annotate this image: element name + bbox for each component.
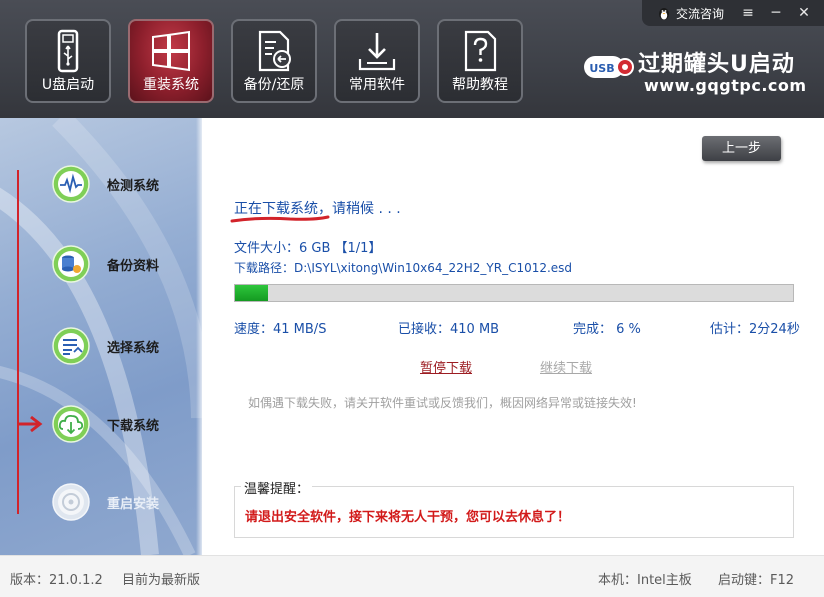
- tips-message: 请退出安全软件，接下来将无人干预，您可以去休息了！: [245, 510, 571, 525]
- tips-box: 温馨提醒： 请退出安全软件，接下来将无人干预，您可以去休息了！: [234, 478, 794, 538]
- step-label: 重启安装: [107, 496, 160, 512]
- motherboard-text: 本机：Intel主板: [598, 573, 692, 588]
- step-download-system: 下载系统: [52, 404, 202, 444]
- nav-backup-restore[interactable]: 备份/还原: [231, 19, 317, 103]
- time-estimate: 估计：2分24秒: [710, 322, 800, 337]
- list-select-icon: [52, 327, 90, 365]
- backup-restore-icon: [258, 30, 291, 72]
- tips-title: 温馨提醒：: [241, 478, 313, 497]
- step-label: 下载系统: [107, 418, 160, 434]
- nav-label: 重装系统: [143, 77, 199, 93]
- nav-label: U盘启动: [41, 77, 95, 93]
- consult-button[interactable]: 交流咨询: [656, 5, 724, 22]
- software-download-icon: [358, 33, 396, 71]
- penguin-icon: [658, 8, 669, 20]
- help-document-icon: [464, 30, 497, 72]
- brand-url: www.gqgtpc.com: [644, 76, 807, 95]
- current-step-arrow-icon: [18, 415, 43, 433]
- progress-line: [17, 170, 19, 514]
- menu-button[interactable]: ≡: [734, 2, 762, 24]
- nav-reinstall-system[interactable]: 重装系统: [128, 19, 214, 103]
- step-backup-data: 备份资料: [52, 244, 202, 284]
- nav-label: 常用软件: [349, 77, 405, 93]
- download-panel: 上一步 正在下载系统，请稍候 . . . 文件大小：6 GB 【1/1】 下载路…: [202, 118, 824, 555]
- consult-label: 交流咨询: [675, 6, 724, 21]
- monitor-pulse-icon: [52, 165, 90, 203]
- previous-step-button[interactable]: 上一步: [702, 136, 781, 161]
- step-sidebar: 检测系统 备份资料 选择系统 下载系统 重启安装: [0, 118, 202, 555]
- step-detect-system: 检测系统: [52, 164, 202, 204]
- top-bar: 交流咨询 ≡ ─ ✕ U盘启动 重装系统 备份/还原 常用软件 帮助教程 USB…: [0, 0, 824, 118]
- close-button[interactable]: ✕: [790, 2, 818, 24]
- minimize-button[interactable]: ─: [762, 2, 790, 24]
- download-progress-bar: [234, 284, 794, 302]
- resume-download-link[interactable]: 继续下载: [540, 357, 592, 376]
- usb-drive-icon: [57, 29, 79, 73]
- cloud-download-icon: [52, 405, 90, 443]
- nav-common-software[interactable]: 常用软件: [334, 19, 420, 103]
- download-progress-fill: [235, 285, 269, 301]
- usb-badge-text: USB: [589, 62, 614, 75]
- step-select-system: 选择系统: [52, 326, 202, 366]
- nav-label: 备份/还原: [243, 77, 305, 93]
- boot-hotkey-text: 启动键：F12: [718, 573, 795, 588]
- nav-help-tutorial[interactable]: 帮助教程: [437, 19, 523, 103]
- database-gear-icon: [52, 245, 90, 283]
- version-text: 版本：21.0.1.2: [10, 573, 103, 588]
- download-speed: 速度：41 MB/S: [234, 322, 327, 337]
- file-size: 文件大小：6 GB 【1/1】: [234, 241, 382, 256]
- main-nav: U盘启动 重装系统 备份/还原 常用软件 帮助教程: [25, 19, 540, 103]
- pause-download-link[interactable]: 暂停下载: [420, 357, 472, 376]
- step-label: 选择系统: [107, 340, 160, 356]
- latest-version-text: 目前为最新版: [122, 573, 201, 588]
- status-underline: [230, 215, 330, 223]
- nav-label: 帮助教程: [452, 77, 508, 93]
- step-label: 检测系统: [107, 178, 160, 194]
- disc-install-icon: [52, 483, 90, 521]
- nav-usb-boot[interactable]: U盘启动: [25, 19, 111, 103]
- windows-logo-icon: [152, 30, 190, 72]
- status-footer: 版本：21.0.1.2 目前为最新版 本机：Intel主板 启动键：F12: [0, 555, 824, 597]
- completed-percent: 完成： 6 %: [573, 322, 641, 337]
- received-size: 已接收：410 MB: [398, 322, 500, 337]
- step-label: 备份资料: [107, 258, 160, 274]
- failure-hint: 如偶遇下载失败，请关开软件重试或反馈我们，概因网络异常或链接失效!: [248, 396, 637, 410]
- download-path: 下载路径：D:\ISYL\xitong\Win10x64_22H2_YR_C10…: [234, 261, 573, 275]
- window-controls: 交流咨询 ≡ ─ ✕: [641, 0, 824, 26]
- brand-name: 过期罐头U启动: [638, 52, 795, 77]
- usb-badge-icon: USB: [584, 56, 634, 78]
- brand-logo: USB 过期罐头U启动 www.gqgtpc.com: [582, 44, 814, 104]
- step-reboot-install: 重启安装: [52, 482, 202, 522]
